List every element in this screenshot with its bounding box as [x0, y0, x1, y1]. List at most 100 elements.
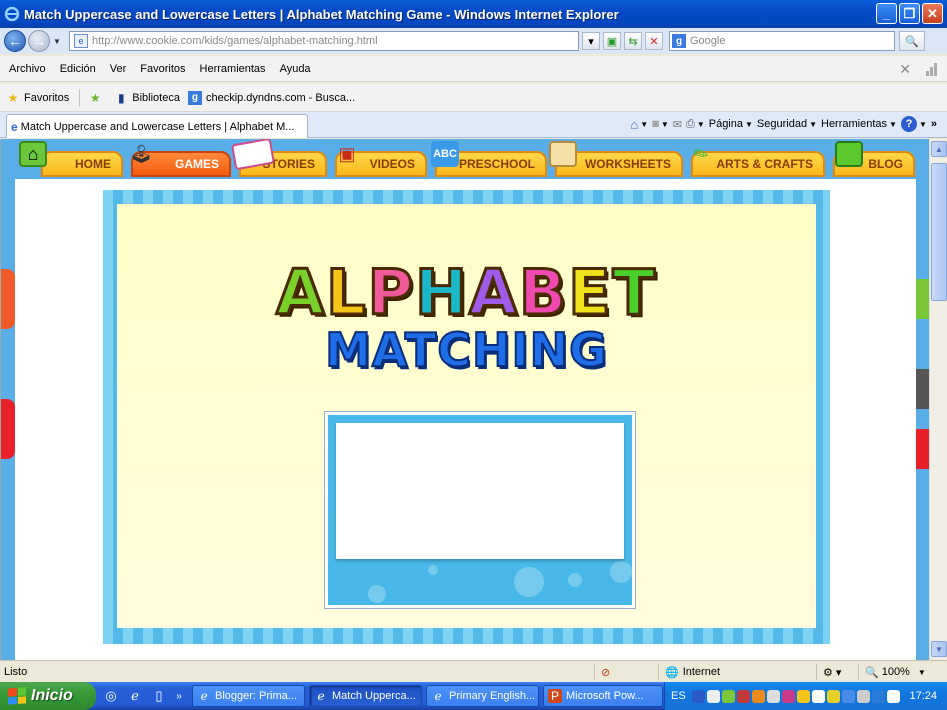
ie-icon: ℯ [200, 689, 208, 703]
help-button[interactable]: ? ▼ [900, 116, 927, 132]
safety-menu-label: Seguridad [756, 118, 808, 130]
start-button[interactable]: Inicio [0, 682, 96, 710]
menu-favoritos[interactable]: Favoritos [133, 63, 192, 75]
nav-label: HOME [75, 157, 111, 171]
google-icon: g [187, 90, 202, 105]
task-primary-english[interactable]: ℯ Primary English... [426, 685, 539, 707]
search-input[interactable]: g Google [669, 31, 895, 51]
nav-home[interactable]: HOME [41, 151, 123, 177]
menu-edicion[interactable]: Edición [53, 63, 103, 75]
search-button[interactable]: 🔍 [899, 31, 925, 51]
address-toolbar: ← → ▼ e http://www.cookie.com/kids/games… [0, 28, 947, 54]
left-decoration [1, 399, 15, 459]
tab-title: Match Uppercase and Lowercase Letters | … [20, 120, 295, 133]
right-decoration [916, 279, 929, 319]
game-frame: ALPHABET MATCHING [103, 190, 830, 644]
task-label: Blogger: Prima... [215, 690, 297, 702]
game-logo: ALPHABET MATCHING [117, 255, 816, 379]
minimize-button[interactable]: _ [876, 3, 897, 24]
window-title-bar[interactable]: Match Uppercase and Lowercase Letters | … [0, 0, 947, 28]
close-toolbar-icon[interactable]: ✕ [899, 61, 911, 78]
menu-ayuda[interactable]: Ayuda [273, 63, 318, 75]
task-label: Primary English... [449, 690, 536, 702]
vertical-scrollbar[interactable]: ▲ ▼ [929, 139, 947, 660]
page-icon: e [74, 34, 88, 48]
scroll-icon [549, 141, 577, 167]
add-favorite-button[interactable]: ★ [88, 91, 106, 105]
page-viewport: HOME GAMES STORIES VIDEOS PRESCHOOL WORK… [0, 139, 929, 660]
forward-button[interactable]: → [28, 30, 50, 52]
mail-icon: ✉ [672, 118, 682, 131]
house-icon: ⌂ [19, 141, 47, 167]
address-input[interactable]: e http://www.cookie.com/kids/games/alpha… [69, 31, 579, 51]
joystick-icon: 🕹 [129, 143, 153, 164]
scroll-thumb[interactable] [931, 163, 947, 301]
menu-ver[interactable]: Ver [103, 63, 134, 75]
quicklaunch-app-icon[interactable]: ▯ [150, 687, 168, 705]
scroll-down-button[interactable]: ▼ [931, 641, 947, 657]
tools-menu[interactable]: Herramientas ▼ [821, 118, 897, 130]
start-card[interactable] [325, 412, 635, 608]
quicklaunch-more-icon[interactable]: » [174, 687, 184, 705]
home-icon: ⌂ [630, 116, 639, 132]
more-tools-icon[interactable]: » [931, 118, 937, 130]
zoom-control[interactable]: 🔍 100% ▼ [858, 664, 926, 680]
logo-letter: P [366, 255, 416, 331]
safety-menu[interactable]: Seguridad ▼ [757, 118, 817, 130]
logo-letter: T [611, 255, 657, 331]
maximize-button[interactable]: ❐ [899, 3, 920, 24]
zone-label: Internet [682, 666, 721, 678]
page-menu[interactable]: Página ▼ [709, 118, 753, 130]
task-match-uppercase[interactable]: ℯ Match Upperca... [309, 685, 422, 707]
add-star-icon: ★ [89, 90, 101, 105]
search-placeholder: Google [690, 35, 726, 47]
tray-icons[interactable] [691, 689, 900, 703]
bookmark-icon: ▮ [117, 90, 125, 105]
nav-label: PRESCHOOL [458, 157, 535, 171]
help-icon: ? [900, 116, 917, 132]
logo-letter: L [325, 255, 368, 331]
task-blogger[interactable]: ℯ Blogger: Prima... [192, 685, 305, 707]
refresh-icon[interactable]: ⇆ [624, 32, 642, 50]
tab-active[interactable]: e Match Uppercase and Lowercase Letters … [6, 114, 308, 138]
security-zone: 🌐 Internet [658, 664, 808, 680]
language-indicator[interactable]: ES [671, 690, 686, 702]
windows-flag-icon [8, 687, 26, 705]
zoom-level: 100% [881, 666, 910, 678]
close-window-button[interactable]: ✕ [922, 3, 943, 24]
rss-icon: ◙ [652, 118, 659, 130]
stop-icon[interactable]: ✕ [645, 32, 663, 50]
back-button[interactable]: ← [4, 30, 26, 52]
globe-icon: 🌐 [665, 666, 679, 679]
signal-icon [926, 62, 937, 76]
logo-alphabet: ALPHABET [275, 255, 657, 331]
task-label: Microsoft Pow... [566, 690, 644, 702]
clock[interactable]: 17:24 [909, 690, 937, 702]
address-dropdown-icon[interactable]: ▾ [582, 32, 600, 50]
compatibility-view-icon[interactable]: ▣ [603, 32, 621, 50]
popup-blocker-icon[interactable]: ⊘ [594, 664, 610, 680]
favorite-biblioteca[interactable]: ▮ Biblioteca [114, 91, 180, 105]
game-canvas[interactable]: ALPHABET MATCHING [117, 204, 816, 628]
printer-icon: ⎙ [686, 117, 695, 130]
protected-mode-icon[interactable]: ⚙ ▾ [816, 664, 841, 680]
mail-button[interactable]: ✉ [673, 118, 682, 131]
history-dropdown-icon[interactable]: ▼ [53, 37, 63, 46]
menu-archivo[interactable]: Archivo [2, 63, 53, 75]
quicklaunch-browser-icon[interactable]: ◎ [102, 687, 120, 705]
home-button[interactable]: ⌂ ▼ [630, 117, 648, 132]
taskbar: Inicio ◎ ℯ ▯ » ℯ Blogger: Prima... ℯ Mat… [0, 682, 947, 710]
menu-herramientas[interactable]: Herramientas [193, 63, 273, 75]
chevron-down-icon: ▼ [917, 667, 926, 677]
favorite-checkip[interactable]: g checkip.dyndns.com - Busca... [187, 90, 355, 105]
feeds-button[interactable]: ◙ ▼ [652, 118, 669, 130]
logo-letter: A [275, 255, 327, 331]
right-decoration [916, 429, 929, 469]
print-button[interactable]: ⎙ ▼ [686, 118, 705, 131]
window-title: Match Uppercase and Lowercase Letters | … [24, 6, 619, 22]
logo-matching: MATCHING [324, 322, 608, 378]
favorites-button[interactable]: ★ Favoritos [6, 91, 70, 105]
quicklaunch-ie-icon[interactable]: ℯ [126, 687, 144, 705]
scroll-up-button[interactable]: ▲ [931, 141, 947, 157]
task-powerpoint[interactable]: P Microsoft Pow... [543, 685, 663, 707]
